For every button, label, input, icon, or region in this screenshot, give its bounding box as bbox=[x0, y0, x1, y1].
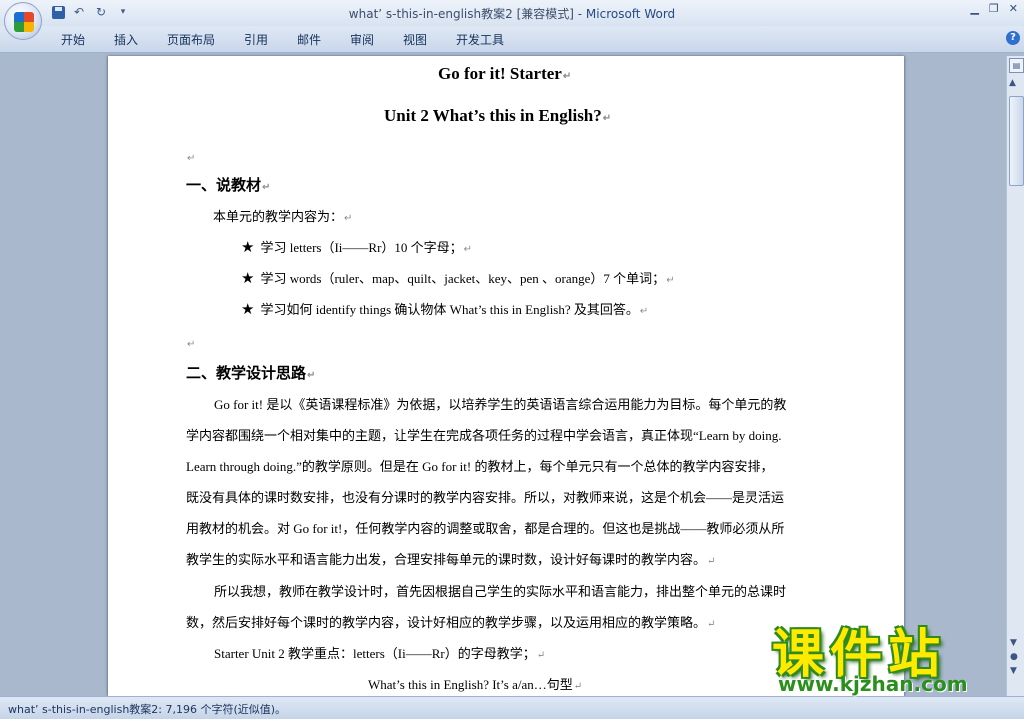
tab-insert[interactable]: 插入 bbox=[114, 31, 138, 48]
paragraph-mark-icon: ↵ bbox=[536, 650, 546, 661]
star-bullet-icon: ★ bbox=[241, 238, 255, 256]
tab-review[interactable]: 审阅 bbox=[350, 31, 374, 48]
status-text: what’ s-this-in-english教案2: 7,196 个字符(近似… bbox=[8, 703, 287, 716]
office-button[interactable] bbox=[4, 2, 42, 40]
tab-home[interactable]: 开始 bbox=[61, 31, 85, 48]
window-title: what’ s-this-in-english教案2 [兼容模式] - Micr… bbox=[348, 7, 676, 21]
scroll-down-icon[interactable]: ▼ ● ▼ bbox=[1010, 636, 1018, 678]
title-bar: ↶ ↻ ▾ what’ s-this-in-english教案2 [兼容模式] … bbox=[0, 0, 1024, 26]
list-item: ★ 学习如何 identify things 确认物体 What’s this i… bbox=[241, 300, 649, 318]
app-name: Microsoft Word bbox=[585, 7, 676, 21]
tab-references[interactable]: 引用 bbox=[244, 31, 268, 48]
document-page[interactable]: Go for it! Starter↵ Unit 2 What’s this i… bbox=[108, 56, 904, 696]
document-name: what’ s-this-in-english教案2 [兼容模式] bbox=[348, 7, 574, 21]
office-logo-icon bbox=[14, 12, 34, 32]
paragraph-mark-icon: ↵ bbox=[602, 113, 612, 124]
paragraph-line: 学内容都围绕一个相对集中的主题，让学生在完成各项任务的过程中学会语言，真正体现“… bbox=[186, 428, 782, 443]
close-icon[interactable]: ✕ bbox=[1009, 2, 1018, 15]
paragraph-mark-icon: ↵ bbox=[344, 213, 353, 224]
empty-paragraph: ↵ bbox=[186, 146, 195, 165]
empty-paragraph: ↵ bbox=[186, 332, 195, 351]
paragraph-mark-icon: ↵ bbox=[307, 370, 316, 381]
paragraph-mark-icon: ↵ bbox=[639, 306, 649, 317]
paragraph-mark-icon: ↵ bbox=[187, 339, 196, 350]
paragraph-line: 数，然后安排好每个课时的教学内容，设计好相应的教学步骤，以及运用相应的教学策略。… bbox=[186, 615, 716, 630]
paragraph-line: 所以我想，教师在教学设计时，首先因根据自己学生的实际水平和语言能力，排出整个单元… bbox=[214, 584, 787, 599]
paragraph-line: 既没有具体的课时数安排，也没有分课时的教学内容安排。所以，对教师来说，这是个机会… bbox=[186, 490, 785, 505]
scroll-thumb[interactable] bbox=[1009, 96, 1024, 186]
status-bar: what’ s-this-in-english教案2: 7,196 个字符(近似… bbox=[0, 696, 1024, 719]
watermark-url: www.kjzhan.com bbox=[778, 672, 968, 696]
paragraph-mark-icon: ↵ bbox=[666, 275, 675, 286]
restore-icon[interactable]: ❐ bbox=[989, 2, 999, 15]
window-controls: ▁ ❐ ✕ bbox=[970, 2, 1018, 15]
star-bullet-icon: ★ bbox=[241, 269, 255, 287]
help-icon[interactable]: ? bbox=[1006, 31, 1020, 45]
paragraph-line: Go for it! 是以《英语课程标准》为依据，以培养学生的英语语言综合运用能… bbox=[214, 397, 787, 412]
document-subtitle: Unit 2 What’s this in English?↵ bbox=[384, 106, 612, 125]
tab-mailings[interactable]: 邮件 bbox=[297, 31, 321, 48]
scroll-up-icon[interactable]: ▲ bbox=[1009, 78, 1016, 88]
section2-heading: 二、教学设计思路↵ bbox=[186, 364, 316, 382]
paragraph-mark-icon: ↵ bbox=[573, 681, 583, 692]
paragraph-line: 教学生的实际水平和语言能力出发，合理安排每单元的课时数，设计好每课时的教学内容。… bbox=[186, 552, 716, 567]
paragraph-mark-icon: ↵ bbox=[187, 153, 196, 164]
paragraph-mark-icon: ↵ bbox=[562, 71, 572, 82]
list-item: ★ 学习 letters（Ii——Rr）10 个字母；↵ bbox=[241, 238, 473, 256]
star-bullet-icon: ★ bbox=[241, 300, 255, 318]
paragraph-line: 用教材的机会。对 Go for it!，任何教学内容的调整或取舍，都是合理的。但… bbox=[186, 521, 785, 536]
minimize-icon[interactable]: ▁ bbox=[970, 2, 978, 15]
ribbon-tabs: 开始 插入 页面布局 引用 邮件 审阅 视图 开发工具 ? bbox=[0, 26, 1024, 53]
paragraph-line: Learn through doing.”的教学原则。但是在 Go for it… bbox=[186, 459, 774, 474]
paragraph-line: What’s this in English? It’s a/an…句型↵ bbox=[368, 677, 583, 692]
paragraph-line: Starter Unit 2 教学重点：letters（Ii——Rr）的字母教学… bbox=[214, 646, 546, 661]
list-item: ★ 学习 words（ruler、map、quilt、jacket、key、pen… bbox=[241, 269, 675, 287]
tab-view[interactable]: 视图 bbox=[403, 31, 427, 48]
paragraph-mark-icon: ↵ bbox=[707, 619, 716, 630]
tab-developer[interactable]: 开发工具 bbox=[456, 31, 504, 48]
paragraph-mark-icon: ↵ bbox=[262, 182, 271, 193]
section1-intro: 本单元的教学内容为：↵ bbox=[213, 210, 353, 225]
paragraph-mark-icon: ↵ bbox=[707, 556, 716, 567]
section1-heading: 一、说教材↵ bbox=[186, 176, 271, 194]
paragraph-mark-icon: ↵ bbox=[463, 244, 473, 255]
document-title: Go for it! Starter↵ bbox=[438, 64, 572, 83]
ruler-toggle-icon[interactable]: ▤ bbox=[1009, 58, 1024, 73]
tab-page-layout[interactable]: 页面布局 bbox=[167, 31, 215, 48]
vertical-scrollbar[interactable]: ▤ ▲ ▼ ● ▼ bbox=[1006, 56, 1024, 696]
